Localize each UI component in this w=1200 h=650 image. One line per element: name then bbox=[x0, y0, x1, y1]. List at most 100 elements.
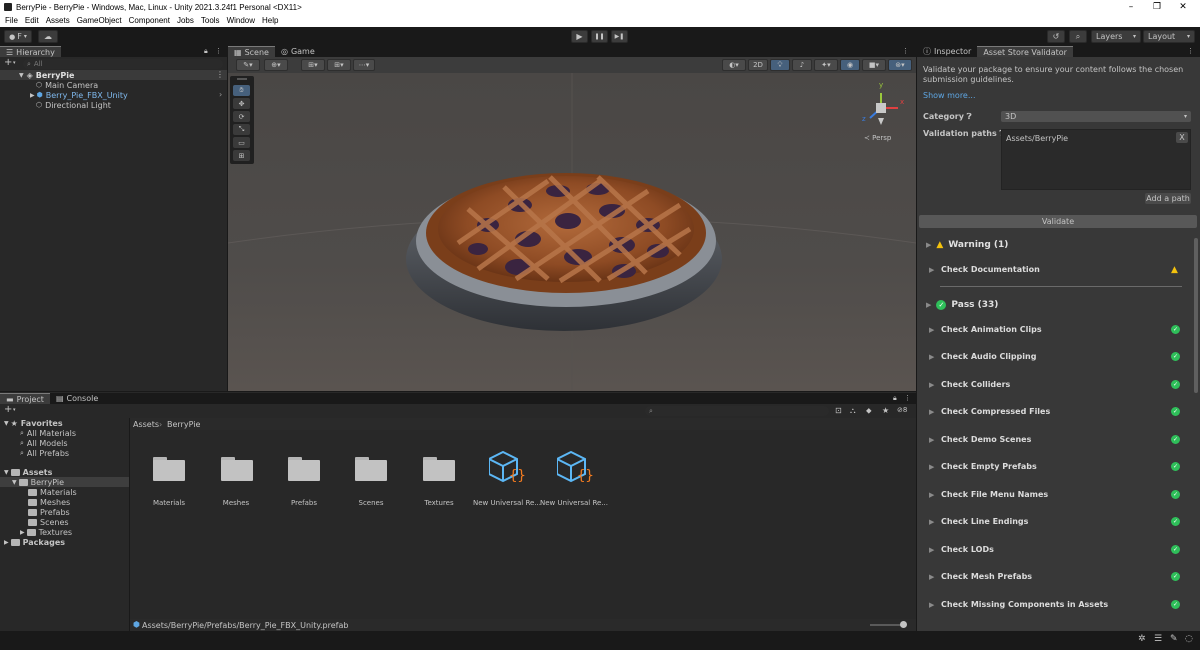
pen-icon[interactable]: ✎ bbox=[1170, 634, 1178, 644]
toggle-2d-button[interactable]: 2D bbox=[748, 59, 768, 71]
add-path-button[interactable]: Add a path bbox=[1145, 193, 1191, 204]
favorites-header[interactable]: ▼ ★ Favorites bbox=[4, 418, 63, 428]
increment-snap-button[interactable]: ⋯▾ bbox=[353, 59, 375, 71]
asset-urp-1[interactable]: {} bbox=[488, 450, 529, 488]
tab-asset-store-validator[interactable]: Asset Store Validator bbox=[977, 46, 1073, 57]
snap-button[interactable]: ⊞▾ bbox=[301, 59, 325, 71]
scale-tool[interactable]: ⤡ bbox=[233, 124, 250, 135]
tab-inspector[interactable]: ⓘ Inspector bbox=[917, 46, 978, 57]
hierarchy-item-berry-pie-prefab[interactable]: ▶ ⬢ Berry_Pie_FBX_Unity bbox=[30, 90, 128, 100]
check-row-warning[interactable]: ▶ Check Documentation ▲ bbox=[917, 256, 1196, 283]
menu-component[interactable]: Component bbox=[129, 16, 170, 25]
search-by-label-icon[interactable]: ⛬ bbox=[850, 406, 856, 416]
category-dropdown[interactable]: 3D ▾ bbox=[1001, 111, 1191, 122]
draw-mode-button[interactable]: ✎▾ bbox=[236, 59, 260, 71]
history-button[interactable]: ↺ bbox=[1047, 30, 1065, 43]
favorite-all-prefabs[interactable]: ⌕ All Prefabs bbox=[20, 448, 69, 458]
menu-file[interactable]: File bbox=[5, 16, 18, 25]
drag-handle[interactable] bbox=[237, 78, 247, 80]
add-icon[interactable]: + bbox=[4, 404, 12, 415]
menu-jobs[interactable]: Jobs bbox=[177, 16, 194, 25]
tree-folder-prefabs[interactable]: Prefabs bbox=[28, 507, 70, 517]
check-row-pass[interactable]: ▶ Check Audio Clipping ✓ bbox=[917, 343, 1196, 370]
check-row-pass[interactable]: ▶ Check Animation Clips ✓ bbox=[917, 316, 1196, 343]
tag-icon[interactable]: ⬥ bbox=[866, 406, 872, 416]
scene-visibility-toggle[interactable]: ◉ bbox=[840, 59, 860, 71]
show-more-link[interactable]: Show more... bbox=[923, 91, 975, 100]
hierarchy-item-directional-light[interactable]: ⬡ Directional Light bbox=[36, 100, 111, 110]
icon-size-slider[interactable] bbox=[870, 624, 904, 626]
menu-tools[interactable]: Tools bbox=[201, 16, 220, 25]
remove-path-button[interactable]: X bbox=[1176, 132, 1188, 143]
kebab-menu-icon[interactable]: ⋮ bbox=[215, 47, 222, 55]
tab-hierarchy[interactable]: ☰ Hierarchy bbox=[0, 46, 61, 57]
validator-scrollbar[interactable] bbox=[1194, 238, 1198, 393]
check-row-pass[interactable]: ▶ Check Empty Prefabs ✓ bbox=[917, 453, 1196, 480]
gizmos-button[interactable]: ⊛▾ bbox=[888, 59, 912, 71]
tree-folder-meshes[interactable]: Meshes bbox=[28, 497, 70, 507]
pause-button[interactable]: ❚❚ bbox=[591, 30, 608, 43]
kebab-menu-icon[interactable]: ⋮ bbox=[216, 70, 224, 79]
step-button[interactable]: ▶❚ bbox=[611, 30, 628, 43]
warning-group-header[interactable]: ▶ ▲ Warning (1) bbox=[926, 240, 1008, 250]
scene-root-item[interactable]: ▼ ◈ BerryPie bbox=[19, 70, 74, 80]
search-button[interactable]: ⌕ bbox=[1069, 30, 1087, 43]
check-row-pass[interactable]: ▶ Check Mesh Prefabs ✓ bbox=[917, 563, 1196, 590]
grid-button[interactable]: ⊞▾ bbox=[327, 59, 351, 71]
maximize-button[interactable]: ❐ bbox=[1144, 0, 1170, 14]
debug-icon[interactable]: ✲ bbox=[1138, 634, 1146, 644]
breadcrumb-berrypie[interactable]: BerryPie bbox=[167, 420, 200, 429]
kebab-menu-icon[interactable]: ⋮ bbox=[902, 47, 909, 55]
tab-scene[interactable]: ▦ Scene bbox=[228, 46, 275, 57]
check-row-pass[interactable]: ▶ Check LODs ✓ bbox=[917, 536, 1196, 563]
pass-group-header[interactable]: ▶ ✓ Pass (33) bbox=[926, 300, 998, 310]
add-icon[interactable]: + bbox=[4, 57, 12, 68]
tree-folder-berrypie[interactable]: ▼ BerryPie bbox=[12, 477, 64, 487]
check-row-pass[interactable]: ▶ Check Colliders ✓ bbox=[917, 371, 1196, 398]
play-button[interactable]: ▶ bbox=[571, 30, 588, 43]
favorite-all-models[interactable]: ⌕ All Models bbox=[20, 438, 68, 448]
effects-dropdown[interactable]: ✦▾ bbox=[814, 59, 838, 71]
kebab-menu-icon[interactable]: ⋮ bbox=[904, 394, 911, 402]
hidden-packages-toggle[interactable]: ⊘ 8 bbox=[897, 406, 907, 414]
layers-dropdown[interactable]: Layers ▾ bbox=[1091, 30, 1141, 43]
assets-folder-item[interactable]: ▼ Assets bbox=[4, 467, 52, 477]
hierarchy-item-main-camera[interactable]: ⬡ Main Camera bbox=[36, 80, 98, 90]
project-search-input[interactable]: ⌕ bbox=[645, 406, 829, 416]
chevron-down-icon[interactable]: ▾ bbox=[13, 407, 16, 413]
move-tool[interactable]: ✥ bbox=[233, 98, 250, 109]
account-dropdown[interactable]: ● F ▾ bbox=[4, 30, 32, 43]
tab-console[interactable]: ▤ Console bbox=[49, 393, 105, 404]
check-row-pass[interactable]: ▶ Check File Menu Names ✓ bbox=[917, 481, 1196, 508]
tab-project[interactable]: ▬ Project bbox=[0, 393, 50, 404]
check-row-pass[interactable]: ▶ Check Demo Scenes ✓ bbox=[917, 426, 1196, 453]
layout-dropdown[interactable]: Layout ▾ bbox=[1143, 30, 1195, 43]
check-row-pass[interactable]: ▶ Check Line Endings ✓ bbox=[917, 508, 1196, 535]
persp-label[interactable]: ≺ Persp bbox=[864, 134, 892, 142]
rotate-tool[interactable]: ⟳ bbox=[233, 111, 250, 122]
hand-tool[interactable]: ✋︎ bbox=[233, 85, 250, 96]
progress-spinner-icon[interactable]: ◌ bbox=[1185, 634, 1193, 644]
lock-icon[interactable]: 🔒︎ bbox=[893, 394, 897, 403]
lighting-toggle[interactable]: 💡︎ bbox=[770, 59, 790, 71]
kebab-menu-icon[interactable]: ⋮ bbox=[1187, 47, 1194, 55]
hierarchy-search-input[interactable]: ⌕ All bbox=[23, 59, 223, 69]
check-row-pass[interactable]: ▶ Check Missing Components in Assets ✓ bbox=[917, 591, 1196, 618]
shading-mode-button[interactable]: ◐▾ bbox=[722, 59, 746, 71]
packages-folder-item[interactable]: ▶ Packages bbox=[4, 537, 65, 547]
menu-edit[interactable]: Edit bbox=[25, 16, 39, 25]
audio-toggle[interactable]: ♪ bbox=[792, 59, 812, 71]
transform-tool[interactable]: ⊞ bbox=[233, 150, 250, 161]
cloud-button[interactable]: ☁ bbox=[38, 30, 58, 43]
tree-folder-scenes[interactable]: Scenes bbox=[28, 517, 69, 527]
camera-settings-button[interactable]: ■▾ bbox=[862, 59, 886, 71]
tree-folder-textures[interactable]: ▶ Textures bbox=[20, 527, 72, 537]
global-local-button[interactable]: ⊕▾ bbox=[264, 59, 288, 71]
lock-icon[interactable]: 🔒︎ bbox=[204, 47, 208, 56]
network-icon[interactable]: ☰ bbox=[1154, 634, 1162, 644]
favorite-star-icon[interactable]: ★ bbox=[882, 406, 889, 415]
chevron-right-icon[interactable]: › bbox=[219, 90, 222, 99]
menu-window[interactable]: Window bbox=[227, 16, 255, 25]
asset-urp-2[interactable]: {} bbox=[556, 450, 597, 488]
menu-assets[interactable]: Assets bbox=[46, 16, 70, 25]
